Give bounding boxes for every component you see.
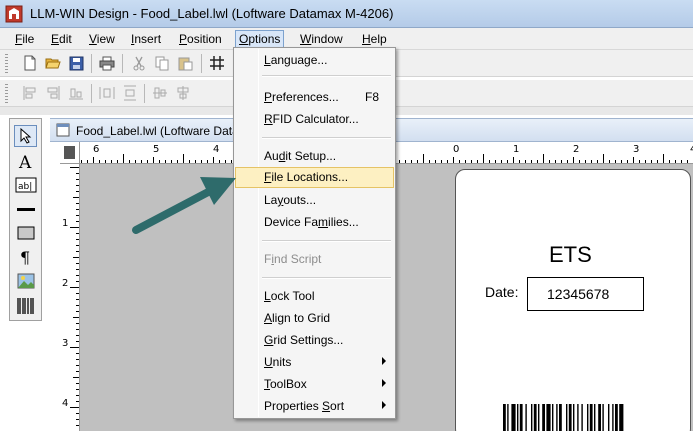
align-left-icon[interactable]: [21, 84, 39, 102]
ruler-label: 3: [62, 338, 68, 349]
vertical-ruler: 1 2 3 4: [60, 164, 80, 431]
toolbar-grip[interactable]: [5, 84, 8, 103]
menu-item-preferences[interactable]: Preferences... F8: [236, 87, 393, 108]
menu-item-toolbox[interactable]: ToolBox: [236, 374, 393, 395]
center-v-icon[interactable]: [151, 84, 169, 102]
copy-icon[interactable]: [153, 54, 171, 72]
save-icon[interactable]: [67, 54, 85, 72]
label-title-text[interactable]: ETS: [549, 242, 592, 268]
new-icon[interactable]: [21, 54, 39, 72]
menu-item-audit-setup[interactable]: Audit Setup...: [236, 146, 393, 167]
ruler-label: 2: [62, 278, 68, 289]
menu-item-device-families[interactable]: Device Families...: [236, 212, 393, 233]
title-bar: LLM-WIN Design - Food_Label.lwl (Loftwar…: [0, 0, 693, 28]
ruler-label: 1: [62, 218, 68, 229]
ruler-label: 2: [573, 144, 579, 155]
preferences-shortcut: F8: [365, 90, 380, 104]
rectangle-icon[interactable]: [14, 222, 37, 244]
label-date-field[interactable]: 12345678: [527, 277, 644, 311]
menu-insert[interactable]: Insert: [127, 30, 165, 48]
grid-icon[interactable]: [208, 54, 226, 72]
paragraph-icon[interactable]: ¶: [14, 246, 37, 268]
pointer-icon[interactable]: [14, 125, 37, 147]
menu-item-lock-tool[interactable]: Lock Tool: [236, 286, 393, 307]
paste-icon[interactable]: [176, 54, 194, 72]
align-bottom-icon[interactable]: [67, 84, 85, 102]
image-icon[interactable]: [14, 270, 37, 292]
menu-item-layouts[interactable]: Layouts...: [236, 190, 393, 211]
menu-help[interactable]: Help: [358, 30, 391, 48]
menu-window[interactable]: Window: [296, 30, 347, 48]
align-right-icon[interactable]: [44, 84, 62, 102]
menu-file[interactable]: File: [11, 30, 38, 48]
menu-item-file-locations[interactable]: File Locations...: [235, 167, 394, 188]
menu-item-rfid-calculator[interactable]: RFID Calculator...: [236, 109, 393, 130]
ruler-label: 0: [453, 144, 459, 155]
menu-item-units[interactable]: Units: [236, 352, 393, 373]
label-date-value: 12345678: [547, 286, 610, 302]
barcode-icon[interactable]: [14, 295, 37, 317]
cut-icon[interactable]: [130, 54, 148, 72]
ruler-label: 6: [93, 144, 99, 155]
text-icon[interactable]: A: [14, 150, 37, 172]
menu-options[interactable]: Options: [235, 30, 285, 48]
document-icon: [56, 123, 70, 137]
label-barcode[interactable]: [503, 404, 659, 431]
options-menu: Language... Preferences... F8 RFID Calcu…: [233, 47, 396, 419]
line-icon[interactable]: [14, 199, 37, 221]
svg-text:A: A: [18, 153, 32, 170]
menu-item-align-to-grid[interactable]: Align to Grid: [236, 308, 393, 329]
toolbar-grip[interactable]: [5, 54, 8, 73]
distribute-v-icon[interactable]: [121, 84, 139, 102]
distribute-h-icon[interactable]: [98, 84, 116, 102]
submenu-arrow-icon: [382, 401, 386, 409]
ruler-label: 4: [213, 144, 219, 155]
data-field-icon[interactable]: ab|: [14, 174, 37, 196]
toolbox: A ab| ¶: [9, 118, 42, 321]
submenu-arrow-icon: [382, 379, 386, 387]
svg-text:¶: ¶: [20, 249, 30, 265]
label-date-text[interactable]: Date:: [485, 284, 518, 300]
window-title: LLM-WIN Design - Food_Label.lwl (Loftwar…: [30, 6, 394, 21]
menu-edit[interactable]: Edit: [47, 30, 76, 48]
submenu-arrow-icon: [382, 357, 386, 365]
ruler-label: 5: [153, 144, 159, 155]
print-icon[interactable]: [98, 54, 116, 72]
ruler-label: 1: [513, 144, 519, 155]
menu-view[interactable]: View: [85, 30, 119, 48]
ruler-label: 3: [633, 144, 639, 155]
document-title: Food_Label.lwl (Loftware Data: [76, 124, 239, 138]
ruler-label: 4: [62, 398, 68, 409]
menu-item-find-script: Find Script: [264, 252, 322, 266]
menu-position[interactable]: Position: [175, 30, 226, 48]
center-h-icon[interactable]: [174, 84, 192, 102]
svg-text:ab|: ab|: [18, 182, 32, 192]
open-icon[interactable]: [44, 54, 62, 72]
menu-item-language[interactable]: Language...: [236, 50, 393, 71]
app-icon: [5, 5, 23, 23]
menu-item-properties-sort[interactable]: Properties Sort: [236, 396, 393, 417]
menu-item-grid-settings[interactable]: Grid Settings...: [236, 330, 393, 351]
